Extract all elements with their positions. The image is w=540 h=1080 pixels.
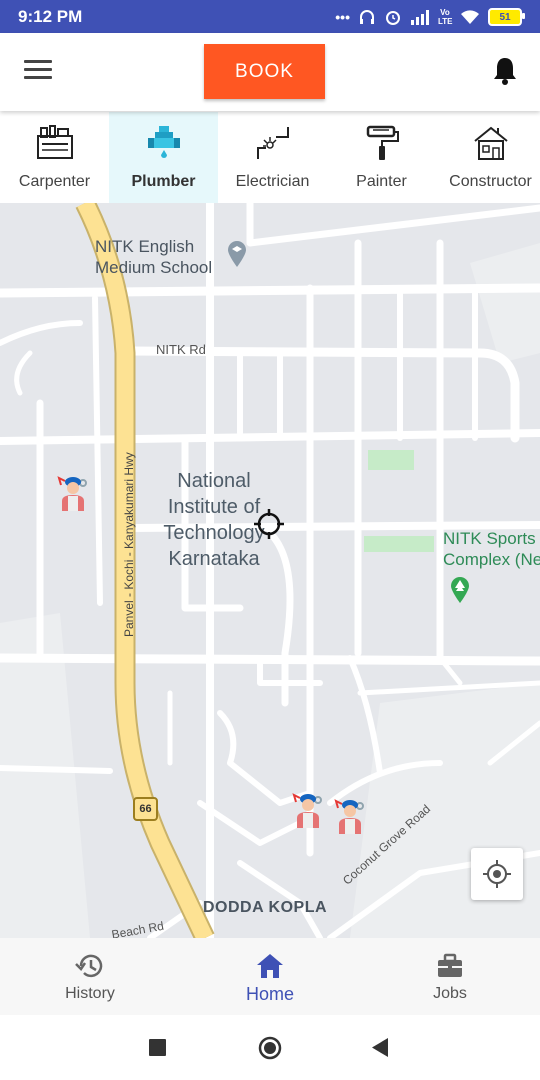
status-time: 9:12 PM <box>18 7 83 26</box>
network-type: Vo LTE <box>438 8 453 26</box>
category-label: Painter <box>356 173 407 190</box>
home-icon <box>257 954 283 978</box>
road-nitk-label: NITK Rd <box>156 342 206 357</box>
map-view[interactable]: NITK English Medium School NITK Rd Natio… <box>0 203 540 938</box>
map-roads <box>0 203 540 938</box>
carpenter-toolbox-icon <box>36 125 73 159</box>
nav-jobs[interactable]: Jobs <box>360 938 540 1015</box>
my-location-button[interactable] <box>471 848 523 900</box>
recent-apps-icon[interactable] <box>149 1039 166 1056</box>
status-bar: 9:12 PM ••• Vo LTE 51 <box>0 0 540 33</box>
category-electrician[interactable]: Electrician <box>218 112 327 203</box>
nav-history[interactable]: History <box>0 938 180 1015</box>
nav-label: History <box>65 985 115 1002</box>
headphones-icon <box>360 10 374 24</box>
category-label: Electrician <box>235 173 310 190</box>
briefcase-icon <box>438 953 462 977</box>
highway-label: Panvel - Kochi - Kanyakumari Hwy <box>122 452 136 637</box>
plumber-worker-marker-icon[interactable] <box>291 792 325 828</box>
category-label: Plumber <box>131 173 196 190</box>
map-center-crosshair-icon <box>254 509 284 539</box>
app-header: BOOK <box>0 33 540 111</box>
category-bar: Carpenter Plumber Electrician Painter Co… <box>0 112 540 203</box>
paint-roller-icon <box>366 125 399 160</box>
my-location-icon <box>483 860 511 888</box>
plumber-worker-marker-icon[interactable] <box>333 798 367 834</box>
wifi-icon <box>461 10 479 24</box>
poi-school-label: NITK English Medium School <box>95 237 213 277</box>
nav-home[interactable]: Home <box>180 938 360 1015</box>
category-painter[interactable]: Painter <box>327 112 436 203</box>
category-label: Carpenter <box>18 173 91 190</box>
battery-icon: 51 <box>488 8 525 26</box>
poi-sports-label: NITK Sports Complex (Ne <box>443 529 540 569</box>
category-label: Constructor <box>449 173 532 190</box>
notification-bell-icon[interactable] <box>490 55 520 87</box>
system-nav-bar <box>0 1015 540 1080</box>
house-construction-icon <box>473 126 508 160</box>
plumber-worker-marker-icon[interactable] <box>56 475 90 511</box>
signal-icon <box>411 10 429 25</box>
school-pin-icon[interactable] <box>226 240 248 268</box>
notification-dots-icon: ••• <box>335 9 350 25</box>
electrician-wire-icon <box>256 127 289 159</box>
alarm-icon <box>386 11 400 25</box>
plumber-pipe-icon <box>147 126 180 158</box>
category-carpenter[interactable]: Carpenter <box>0 112 109 203</box>
back-icon[interactable] <box>371 1038 389 1057</box>
highway-number-badge: 66 <box>133 797 158 821</box>
history-icon <box>75 954 103 978</box>
nav-label: Jobs <box>433 985 467 1002</box>
category-plumber[interactable]: Plumber <box>109 112 218 203</box>
home-button-icon[interactable] <box>258 1036 282 1060</box>
book-button[interactable]: BOOK <box>204 44 325 99</box>
category-constructor[interactable]: Constructor <box>436 112 540 203</box>
bottom-nav: History Home Jobs <box>0 938 540 1015</box>
park-pin-icon[interactable] <box>449 576 471 604</box>
menu-icon[interactable] <box>24 60 52 82</box>
status-icons: ••• Vo LTE 51 <box>335 7 525 27</box>
nav-label: Home <box>245 984 294 1004</box>
locality-label: DODDA KOPLA <box>203 899 328 916</box>
